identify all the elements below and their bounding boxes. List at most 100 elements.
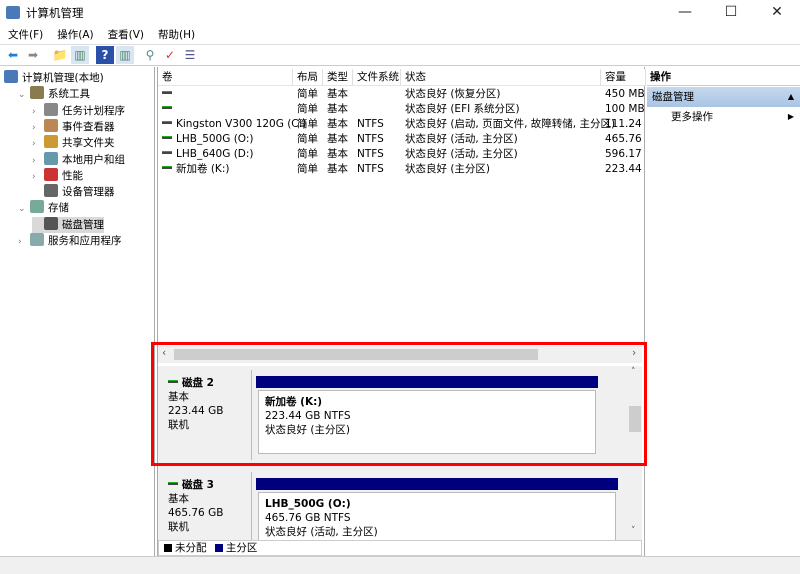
cell-text: 基本 — [327, 118, 348, 130]
actions-section-disk-management[interactable]: 磁盘管理 ▲ — [647, 87, 800, 107]
expand-icon[interactable]: › — [32, 136, 44, 152]
cell-text: 状态良好 (活动, 主分区) — [405, 133, 518, 145]
computer-management-icon — [6, 6, 20, 19]
forward-icon[interactable]: ➡ — [24, 46, 42, 64]
tree-item[interactable]: 设备管理器 — [32, 184, 115, 200]
tree-item[interactable]: ⌄ 系统工具 — [18, 86, 90, 102]
table-row[interactable]: Kingston V300 120G (C:) 简单 基本 NTFS 状态良好 (启动,… — [158, 117, 646, 132]
expand-icon[interactable]: › — [18, 234, 30, 250]
table-row[interactable]: LHB_640G (D:) 简单 基本 NTFS 状态良好 (活动, 主分区) 596.1… — [158, 147, 646, 162]
window-title: 计算机管理 — [26, 6, 84, 20]
connect-icon[interactable]: ⚲ — [141, 46, 159, 64]
scroll-down-icon[interactable]: ˅ — [631, 526, 636, 536]
tree-item[interactable]: › 事件查看器 — [32, 118, 115, 136]
table-row[interactable]: 新加卷 (K:) 简单 基本 NTFS 状态良好 (主分区) 223.44 — [158, 162, 646, 177]
tree-item-label: 存储 — [48, 202, 69, 215]
tree-item[interactable]: ⌄ 存储 — [18, 200, 69, 216]
cell: 新加卷 (K:) — [162, 162, 229, 177]
tree-item[interactable]: 计算机管理(本地) — [4, 70, 104, 86]
show-hide-action-icon[interactable]: ▥ — [116, 46, 134, 64]
back-icon[interactable]: ⬅ — [4, 46, 22, 64]
menu-action[interactable]: 操作(A) — [49, 26, 99, 42]
tree-item-label: 磁盘管理 — [62, 218, 104, 231]
tree-item[interactable]: › 本地用户和组 — [32, 151, 125, 169]
status-bar — [0, 556, 800, 574]
expand-icon[interactable]: › — [32, 169, 44, 185]
cell: 465.76 — [605, 132, 642, 147]
cell-text: 简单 — [297, 103, 318, 115]
tree-item-label: 设备管理器 — [62, 186, 115, 199]
cell-text: 基本 — [327, 103, 348, 115]
menu-view[interactable]: 查看(V) — [100, 26, 150, 42]
cell-text: 100 MB — [605, 103, 645, 115]
column-status[interactable]: 状态 — [401, 69, 601, 86]
tree-item[interactable]: › 性能 — [32, 167, 83, 185]
expand-icon[interactable]: › — [32, 120, 44, 136]
cell-text: 简单 — [297, 148, 318, 160]
cell-text: NTFS — [357, 163, 384, 175]
column-capacity[interactable]: 容量 — [601, 69, 646, 86]
more-actions-item[interactable]: 更多操作 ▶ — [647, 108, 800, 126]
tree-item-label: 本地用户和组 — [62, 153, 125, 166]
column-filesystem[interactable]: 文件系统 — [353, 69, 401, 86]
cell: NTFS — [357, 162, 384, 177]
cell: 状态良好 (EFI 系统分区) — [405, 102, 520, 117]
column-layout[interactable]: 布局 — [293, 69, 323, 86]
disk-type: 基本 — [168, 493, 189, 505]
expand-icon[interactable]: ⌄ — [18, 87, 30, 103]
tree-item[interactable]: 磁盘管理 — [32, 216, 104, 233]
tree-node-icon — [44, 167, 58, 181]
tree-node-icon — [30, 233, 44, 246]
menu-file[interactable]: 文件(F) — [0, 26, 49, 42]
tree-item[interactable]: › 共享文件夹 — [32, 135, 115, 151]
column-volume[interactable]: 卷 — [158, 69, 293, 86]
volume-table-header: 卷 布局 类型 文件系统 状态 容量 — [158, 69, 646, 86]
cell: 596.17 — [605, 147, 642, 162]
cell: 基本 — [327, 132, 348, 147]
submenu-arrow-icon: ▶ — [787, 112, 794, 121]
cell-text: 基本 — [327, 148, 348, 160]
cell-text: 简单 — [297, 163, 318, 175]
expand-icon[interactable]: › — [32, 153, 44, 169]
cell: 223.44 — [605, 162, 642, 177]
cell: 简单 — [297, 162, 318, 177]
volume-icon — [162, 91, 172, 94]
minimize-button[interactable]: — — [662, 0, 708, 26]
disk-status: 联机 — [168, 521, 189, 533]
tree-node-icon — [44, 216, 58, 230]
show-hide-tree-icon[interactable]: ▥ — [71, 46, 89, 64]
table-row[interactable]: LHB_500G (O:) 简单 基本 NTFS 状态良好 (活动, 主分区) 465.7… — [158, 132, 646, 147]
highlight-box — [151, 342, 647, 466]
cell — [162, 102, 176, 117]
close-button[interactable]: ✕ — [754, 0, 800, 26]
table-row[interactable]: 简单 基本 状态良好 (恢复分区) 450 MB — [158, 87, 646, 102]
cell: NTFS — [357, 117, 384, 132]
partition-size: 465.76 GB NTFS — [265, 512, 351, 524]
tree-item[interactable]: › 任务计划程序 — [32, 102, 125, 120]
list-icon[interactable]: ☰ — [181, 46, 199, 64]
tree-item-label: 共享文件夹 — [62, 137, 115, 150]
cell — [162, 87, 176, 102]
cell: 状态良好 (主分区) — [405, 162, 490, 177]
disk-icon — [168, 482, 178, 485]
collapse-icon[interactable]: ▲ — [788, 87, 794, 107]
column-type[interactable]: 类型 — [323, 69, 353, 86]
tree-item-label: 服务和应用程序 — [48, 235, 122, 247]
help-icon[interactable]: ? — [96, 46, 114, 64]
up-icon[interactable]: 📁 — [51, 46, 69, 64]
cell: NTFS — [357, 132, 384, 147]
volume-icon — [162, 136, 172, 139]
tree-item[interactable]: › 服务和应用程序 — [18, 233, 122, 249]
primary-partition-swatch — [214, 544, 223, 552]
cell-text: Kingston V300 120G (C:) — [176, 118, 307, 130]
properties-icon[interactable]: ✓ — [161, 46, 179, 64]
table-row[interactable]: 简单 基本 状态良好 (EFI 系统分区) 100 MB — [158, 102, 646, 117]
cell: 基本 — [327, 117, 348, 132]
cell: 基本 — [327, 147, 348, 162]
menu-help[interactable]: 帮助(H) — [150, 26, 201, 42]
tree-node-icon — [4, 70, 18, 83]
maximize-button[interactable]: ☐ — [708, 0, 754, 26]
expand-icon[interactable]: › — [32, 104, 44, 120]
tree-item-label: 性能 — [62, 169, 83, 182]
expand-icon[interactable]: ⌄ — [18, 201, 30, 217]
